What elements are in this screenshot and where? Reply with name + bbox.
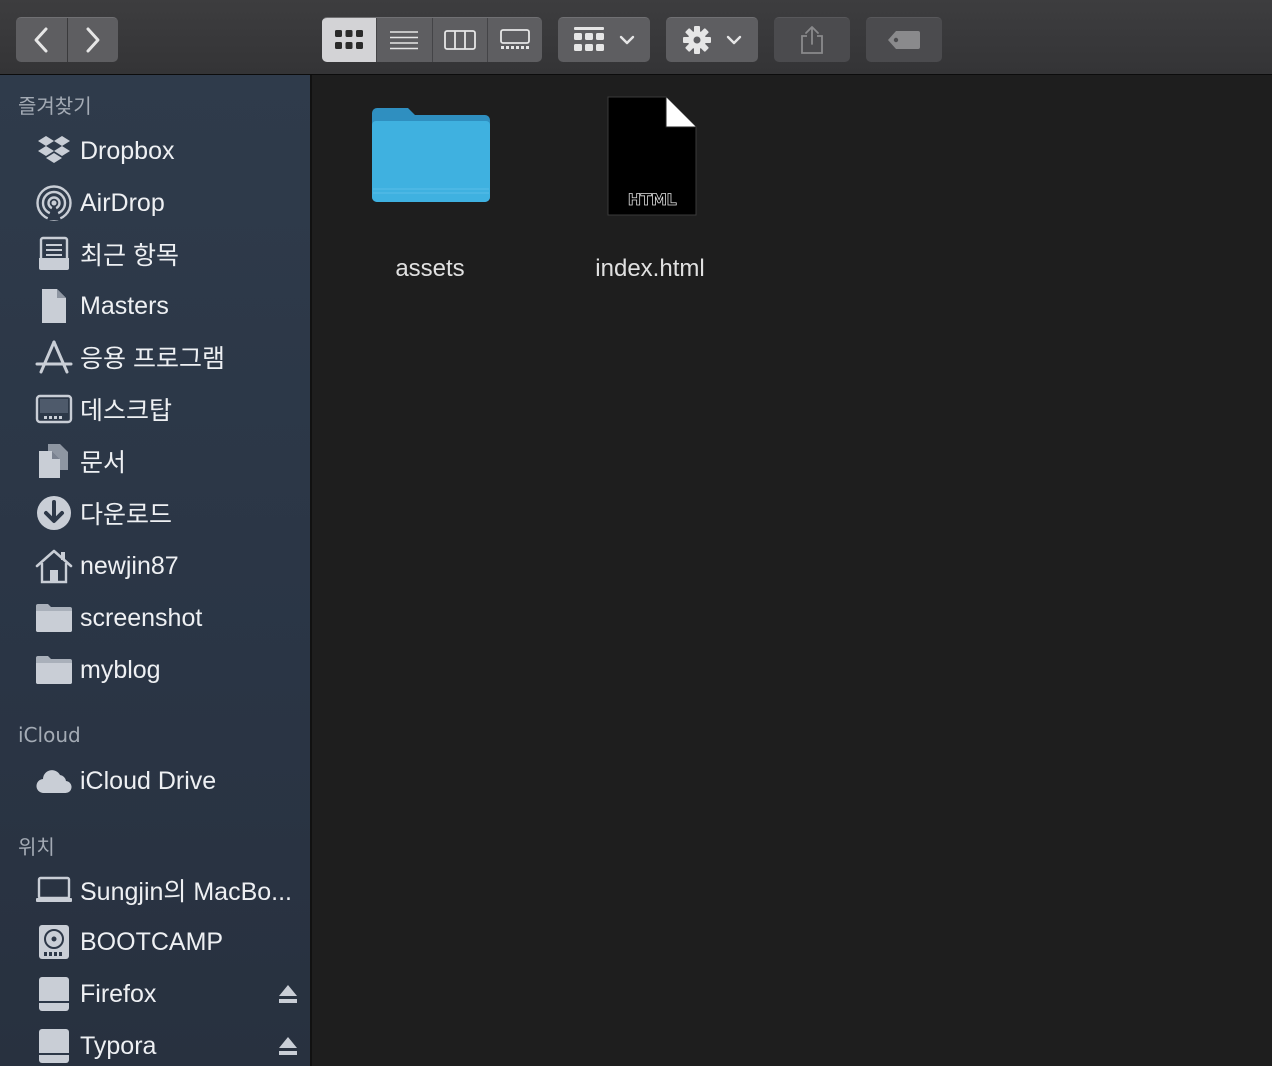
sidebar-item-label: Masters [80,291,169,320]
forward-button[interactable] [66,18,119,62]
file-item-index-html[interactable]: HTML index.html [550,95,750,295]
tag-icon [888,31,920,49]
sidebar-item-documents[interactable]: 문서 [0,436,310,486]
sidebar-item-label: 다운로드 [80,501,173,529]
folder-icon [372,108,490,202]
icon-view-button[interactable] [322,18,377,62]
gallery-view-button[interactable] [486,18,542,62]
sidebar-item-typora[interactable]: Typora [0,1021,310,1066]
sidebar-item-label: 최근 항목 [80,242,179,270]
sidebar-item-label: Typora [80,1031,157,1060]
sidebar-item-myblog[interactable]: myblog [0,645,310,695]
finder-window: 즐겨찾기 Dropbox AirDrop 최근 항목 Masters 응용 프로… [0,0,1272,1066]
cloud-icon [35,762,73,800]
external-disk-icon [35,975,73,1013]
sidebar-item-downloads[interactable]: 다운로드 [0,488,310,538]
sidebar-item-screenshot[interactable]: screenshot [0,593,310,643]
sidebar-item-applications[interactable]: 응용 프로그램 [0,332,310,382]
documents-icon [35,442,73,480]
desktop-icon [35,390,73,428]
gear-icon [683,26,711,54]
folder-icon [35,651,73,689]
file-name: index.html [595,255,705,282]
column-view-icon [443,30,476,50]
sidebar-item-label: screenshot [80,603,203,632]
sidebar-item-label: 문서 [80,449,127,477]
sidebar-item-label: 응용 프로그램 [80,345,225,373]
sidebar-item-label: newjin87 [80,551,179,580]
file-item-assets[interactable]: assets [330,95,530,295]
sidebar-item-home[interactable]: newjin87 [0,541,310,591]
sidebar-item-airdrop[interactable]: AirDrop [0,178,310,228]
column-view-button[interactable] [431,18,487,62]
internal-disk-icon [35,923,73,961]
file-browser-content[interactable]: assets HTML index.html [312,75,1272,1066]
sidebar-item-label: Dropbox [80,136,175,165]
sidebar-item-bootcamp[interactable]: BOOTCAMP [0,917,310,967]
sidebar-item-label: Sungjin의 MacBo... [80,878,292,906]
group-by-button[interactable] [558,17,650,62]
document-icon [35,287,73,325]
icloud-section-title: iCloud [18,723,81,747]
file-name: assets [395,255,465,282]
folder-icon [35,599,73,637]
laptop-icon [35,871,73,909]
sidebar-item-label: 데스크탑 [80,397,173,425]
sidebar-item-label: iCloud Drive [80,766,217,795]
html-badge: HTML [627,190,677,210]
sidebar-item-label: myblog [80,655,161,684]
downloads-icon [35,494,73,532]
sidebar-item-label: Firefox [80,979,157,1008]
external-disk-icon [35,1027,73,1065]
sidebar: 즐겨찾기 Dropbox AirDrop 최근 항목 Masters 응용 프로… [0,75,312,1066]
sidebar-item-macbook[interactable]: Sungjin의 MacBo... [0,865,310,915]
action-menu-button[interactable] [666,17,758,62]
sidebar-item-desktop[interactable]: 데스크탑 [0,384,310,434]
group-grid-icon [574,27,604,51]
sidebar-item-icloud-drive[interactable]: iCloud Drive [0,756,310,806]
locations-section-title: 위치 [18,835,55,859]
sidebar-item-label: BOOTCAMP [80,927,224,956]
home-icon [35,547,73,585]
chevron-left-icon [34,27,48,53]
chevron-down-icon [619,35,635,45]
sidebar-item-masters[interactable]: Masters [0,281,310,331]
eject-icon[interactable] [278,983,298,1005]
tag-button[interactable] [866,17,942,62]
list-view-icon [390,31,419,50]
eject-icon[interactable] [278,1035,298,1057]
sidebar-item-firefox[interactable]: Firefox [0,969,310,1019]
icon-view-icon [335,30,364,49]
airdrop-icon [35,184,73,222]
applications-icon [35,338,73,376]
list-view-button[interactable] [376,18,431,62]
sidebar-item-dropbox[interactable]: Dropbox [0,126,310,176]
chevron-down-icon [726,35,742,45]
gallery-view-icon [499,29,530,49]
share-icon [801,26,823,54]
sidebar-item-label: AirDrop [80,188,165,217]
back-button[interactable] [16,18,67,62]
favorites-section-title: 즐겨찾기 [18,94,92,118]
recents-icon [35,235,73,273]
sidebar-item-recents[interactable]: 최근 항목 [0,229,310,279]
share-button[interactable] [774,17,850,62]
chevron-right-icon [86,27,100,53]
toolbar [0,0,1272,75]
navigation-buttons [16,17,118,62]
dropbox-icon [35,132,73,170]
view-mode-selector [322,17,542,62]
